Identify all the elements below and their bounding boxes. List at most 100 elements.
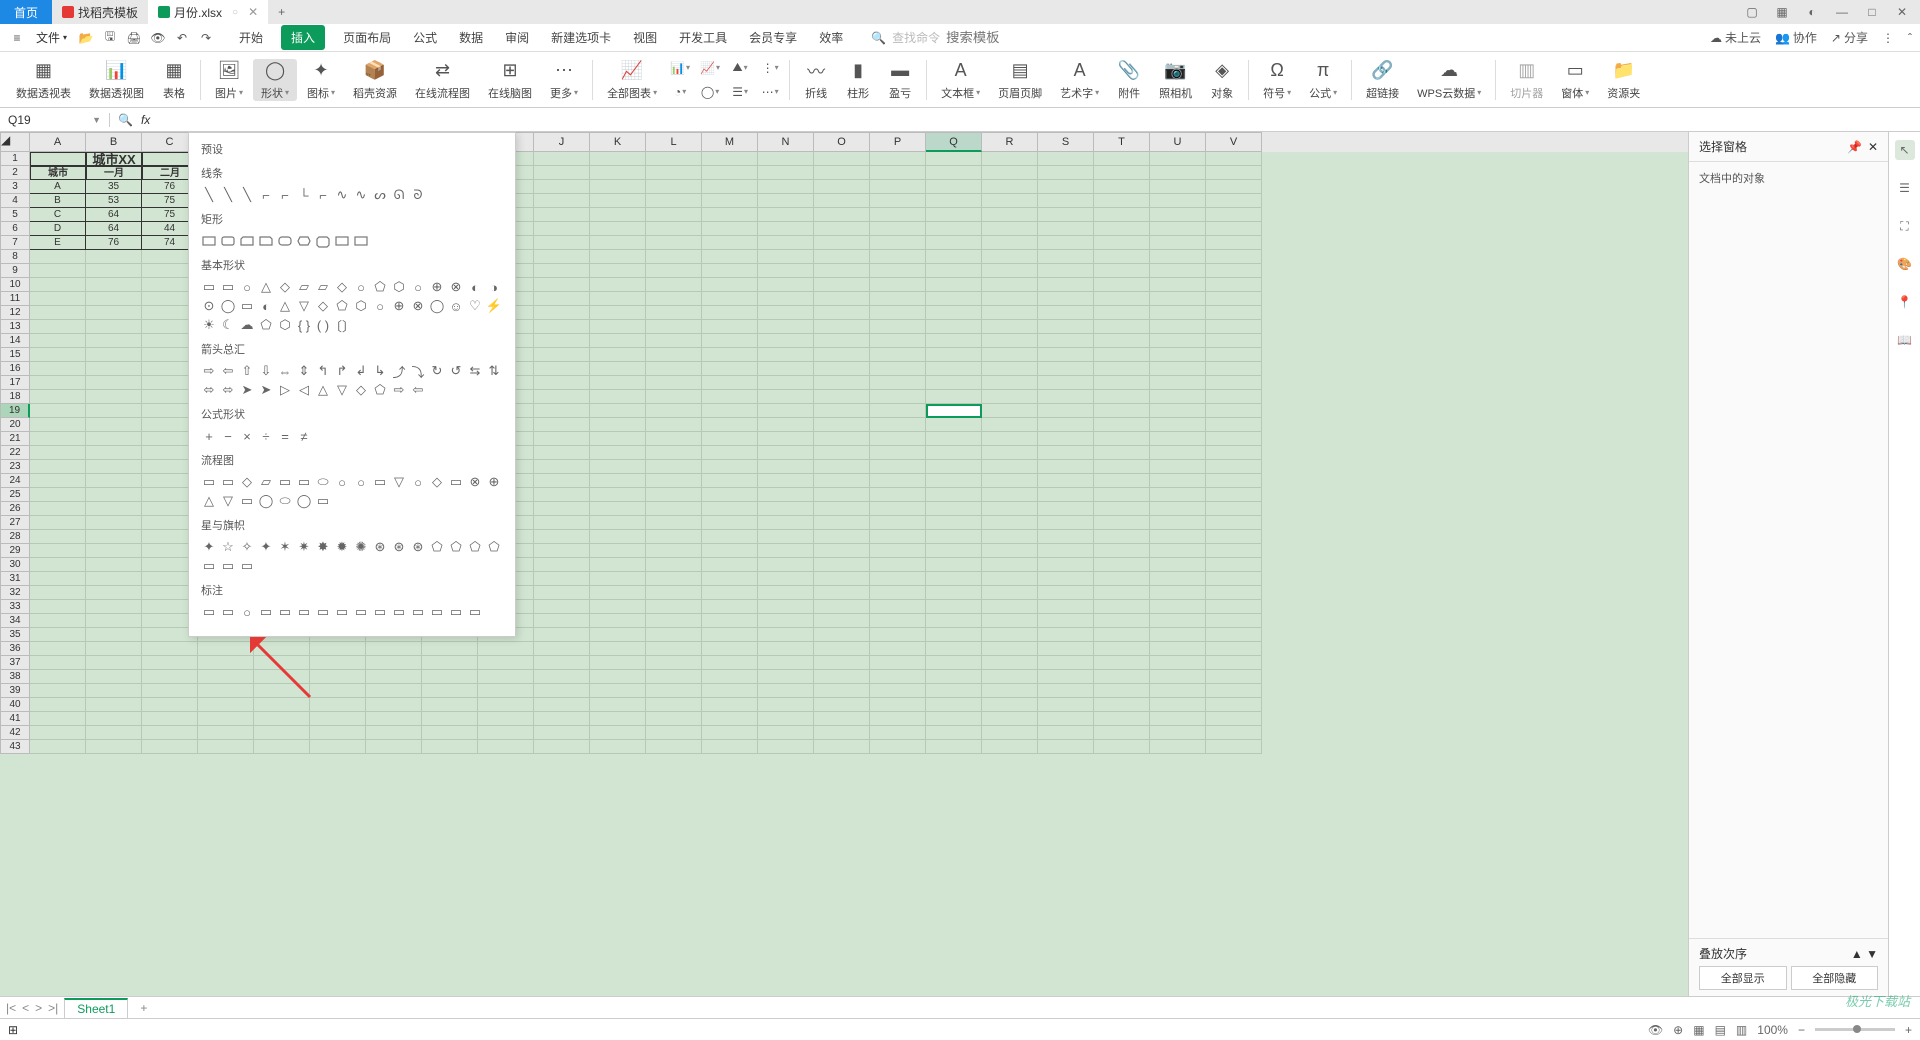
cell[interactable] xyxy=(1150,264,1206,278)
cell[interactable] xyxy=(926,404,982,418)
shape-item[interactable]: ▱ xyxy=(315,279,331,295)
cell[interactable] xyxy=(870,586,926,600)
cell[interactable] xyxy=(870,376,926,390)
cell[interactable]: 53 xyxy=(86,194,142,208)
shape-item[interactable]: ▭ xyxy=(391,604,407,620)
cell[interactable] xyxy=(702,334,758,348)
cell[interactable] xyxy=(646,544,702,558)
cell[interactable]: D xyxy=(30,222,86,236)
shape-item[interactable]: ▭ xyxy=(201,474,217,490)
cell[interactable] xyxy=(870,418,926,432)
row-header[interactable]: 32 xyxy=(0,586,30,600)
cell[interactable] xyxy=(646,572,702,586)
cell[interactable] xyxy=(534,418,590,432)
cell[interactable] xyxy=(86,614,142,628)
row-header[interactable]: 6 xyxy=(0,222,30,236)
cell[interactable] xyxy=(1206,600,1262,614)
cell[interactable] xyxy=(310,684,366,698)
layers-icon[interactable]: ☰ xyxy=(1895,178,1915,198)
cell[interactable] xyxy=(926,684,982,698)
cell[interactable] xyxy=(702,194,758,208)
cell[interactable] xyxy=(702,656,758,670)
cell[interactable] xyxy=(982,250,1038,264)
select-all-corner[interactable]: ◢ xyxy=(0,132,30,152)
row-header[interactable]: 38 xyxy=(0,670,30,684)
cell[interactable] xyxy=(1206,614,1262,628)
cell[interactable] xyxy=(534,670,590,684)
tab-member[interactable]: 会员专享 xyxy=(745,25,801,50)
cell[interactable] xyxy=(478,726,534,740)
ribbon-resource[interactable]: 📁资源夹 xyxy=(1599,59,1648,101)
cell[interactable] xyxy=(1094,306,1150,320)
cell[interactable] xyxy=(1206,726,1262,740)
cell[interactable] xyxy=(534,236,590,250)
cell[interactable]: 城市 xyxy=(30,166,86,180)
shape-item[interactable]: △ xyxy=(315,382,331,398)
cell[interactable] xyxy=(646,334,702,348)
cell[interactable] xyxy=(1094,152,1150,166)
cell[interactable] xyxy=(982,628,1038,642)
cell[interactable]: 64 xyxy=(86,222,142,236)
shape-item[interactable]: ◑ xyxy=(486,279,502,295)
cell[interactable] xyxy=(926,348,982,362)
tab-insert[interactable]: 插入 xyxy=(281,25,325,50)
cell[interactable] xyxy=(758,474,814,488)
cell[interactable] xyxy=(646,236,702,250)
shape-item[interactable]: ☺ xyxy=(448,298,464,314)
cell[interactable] xyxy=(1094,614,1150,628)
cell[interactable] xyxy=(814,180,870,194)
shape-item[interactable]: ○ xyxy=(239,279,255,295)
cell[interactable] xyxy=(86,348,142,362)
book-icon[interactable]: 📖 xyxy=(1895,330,1915,350)
ribbon-object[interactable]: ◈对象 xyxy=(1202,59,1242,101)
cell[interactable] xyxy=(814,684,870,698)
cell[interactable] xyxy=(1150,698,1206,712)
cell[interactable] xyxy=(478,740,534,754)
row-header[interactable]: 22 xyxy=(0,446,30,460)
shape-item[interactable]: ▭ xyxy=(410,604,426,620)
cell[interactable] xyxy=(702,306,758,320)
row-header[interactable]: 18 xyxy=(0,390,30,404)
ribbon-docer[interactable]: 📦稻壳资源 xyxy=(345,59,405,101)
cell[interactable] xyxy=(982,418,1038,432)
menu-icon[interactable]: ≡ xyxy=(8,29,26,47)
cell[interactable] xyxy=(30,488,86,502)
cell[interactable] xyxy=(702,488,758,502)
cell[interactable] xyxy=(814,418,870,432)
cell[interactable] xyxy=(1038,404,1094,418)
cell[interactable] xyxy=(1094,320,1150,334)
ribbon-table[interactable]: ▦表格 xyxy=(154,59,194,101)
cell[interactable] xyxy=(534,278,590,292)
cell[interactable] xyxy=(1206,740,1262,754)
cell[interactable] xyxy=(1150,152,1206,166)
cell[interactable] xyxy=(758,194,814,208)
row-header[interactable]: 26 xyxy=(0,502,30,516)
shape-item[interactable]: ⇦ xyxy=(220,363,236,379)
shape-item[interactable]: ▭ xyxy=(467,604,483,620)
cell[interactable] xyxy=(926,642,982,656)
cell[interactable] xyxy=(814,222,870,236)
cell[interactable] xyxy=(814,208,870,222)
shape-item[interactable] xyxy=(296,233,312,249)
cell[interactable] xyxy=(814,446,870,460)
shape-item[interactable]: ◇ xyxy=(429,474,445,490)
cell[interactable] xyxy=(1150,670,1206,684)
shape-item[interactable]: ✧ xyxy=(239,539,255,555)
shape-item[interactable]: ◇ xyxy=(239,474,255,490)
collapse-ribbon-icon[interactable]: ˆ xyxy=(1908,31,1912,45)
cell[interactable] xyxy=(1094,362,1150,376)
cell[interactable] xyxy=(1094,432,1150,446)
cell[interactable] xyxy=(30,362,86,376)
cell[interactable] xyxy=(926,628,982,642)
cell[interactable] xyxy=(870,670,926,684)
cell[interactable] xyxy=(142,740,198,754)
hide-all-button[interactable]: 全部隐藏 xyxy=(1791,966,1879,990)
cell[interactable] xyxy=(1038,614,1094,628)
shape-item[interactable]: ▷ xyxy=(277,382,293,398)
cell[interactable] xyxy=(814,432,870,446)
ribbon-wordart[interactable]: A艺术字 xyxy=(1052,59,1107,101)
cell[interactable] xyxy=(30,292,86,306)
cell[interactable] xyxy=(1206,544,1262,558)
cell[interactable] xyxy=(982,320,1038,334)
shape-item[interactable]: ⬡ xyxy=(353,298,369,314)
